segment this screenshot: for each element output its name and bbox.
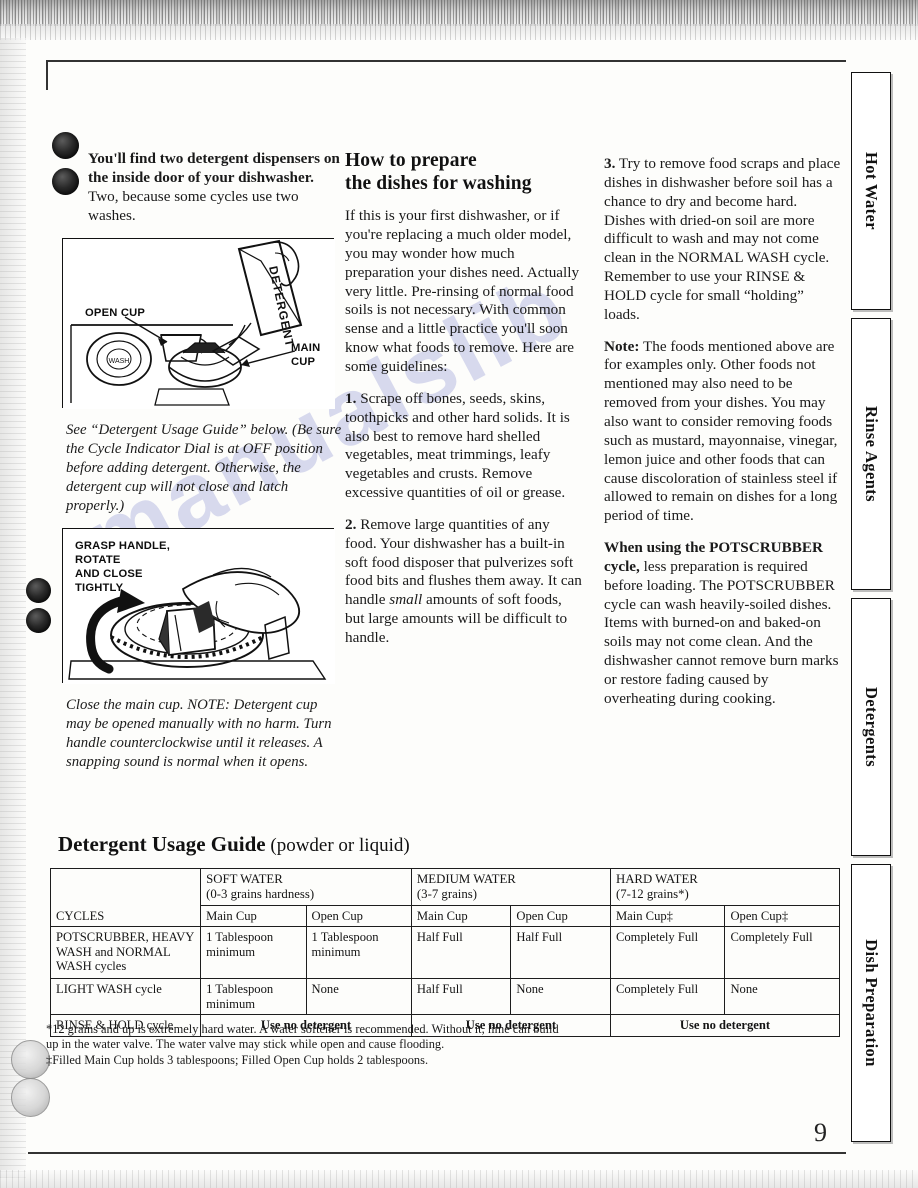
header-medium-open-cup: Open Cup (510, 904, 611, 928)
left-border-rule (46, 60, 48, 90)
header-cycles: CYCLES (49, 867, 202, 928)
header-hard-main-cup: Main Cup‡ (609, 904, 726, 928)
group-sub-soft: (0-3 grains hardness) (206, 886, 315, 901)
side-tab-detergents[interactable]: Detergents (851, 598, 891, 856)
row-cycle-light-wash: LIGHT WASH cycle (49, 978, 202, 1016)
header-soft-open-cup: Open Cup (305, 904, 412, 928)
side-tab-hot-water-label: Hot Water (862, 152, 881, 230)
cell-light-soft-main: 1 Tablespoon minimum (200, 978, 307, 1016)
step-3-paragraph: 3. Try to remove food scraps and place d… (604, 155, 842, 325)
side-tab-rinse-agents-label: Rinse Agents (862, 405, 881, 503)
cell-light-hard-main: Completely Full (609, 978, 726, 1016)
group-name-hard: HARD WATER (615, 872, 698, 886)
row-cycle-potscrubber: POTSCRUBBER, HEAVY WASH and NORMAL WASH … (49, 926, 202, 980)
step-2-emphasis: small (389, 591, 423, 609)
footnote-hard-water: *12 grains and up is extremely hard wate… (46, 1022, 559, 1052)
header-medium-main-cup: Main Cup (410, 904, 512, 928)
side-tab-rinse-agents[interactable]: Rinse Agents (851, 318, 891, 590)
illustration-grasp-handle: GRASP HANDLE, ROTATE AND CLOSE TIGHTLY (62, 528, 335, 685)
cell-potscrubber-hard-open: Completely Full (724, 926, 840, 980)
scan-noise-left-edge (0, 38, 26, 1178)
label-main-cup: MAIN CUP (291, 342, 321, 368)
svg-text:WASH: WASH (109, 358, 130, 365)
detergent-cups-drawing: WASH DETERGENT (63, 239, 335, 410)
side-tab-dish-preparation[interactable]: Dish Preparation (851, 864, 891, 1142)
detergent-usage-table: CYCLES SOFT WATER (0-3 grains hardness) … (49, 867, 841, 1038)
step-1-paragraph: 1. Scrape off bones, seeds, skins, tooth… (345, 390, 583, 503)
table-row: POTSCRUBBER, HEAVY WASH and NORMAL WASH … (49, 926, 840, 980)
note-paragraph: Note: The foods mentioned above are for … (604, 338, 842, 526)
heading-line-1: How to prepare (345, 150, 477, 171)
table-header-group-row: CYCLES SOFT WATER (0-3 grains hardness) … (49, 867, 841, 928)
intro-paragraph: If this is your first dishwasher, or if … (345, 207, 580, 375)
caption-detergent-usage-note: See “Detergent Usage Guide” below. (Be s… (66, 422, 342, 514)
label-grasp-handle: GRASP HANDLE, ROTATE AND CLOSE TIGHTLY (75, 540, 171, 595)
left-column: You'll find two detergent dispensers on … (62, 150, 344, 771)
step-1-text: Scrape off bones, seeds, skins, toothpic… (345, 389, 570, 502)
usage-guide-title-main: Detergent Usage Guide (58, 832, 266, 856)
binding-hole-third (26, 578, 51, 603)
top-border-rule (46, 60, 846, 62)
step-2-number: 2. (345, 515, 357, 533)
manual-page: manualslib You'll find two detergent dis… (0, 0, 918, 1188)
intro-bold-lead: You'll find two detergent dispensers on … (88, 150, 340, 186)
potscrubber-text: less preparation is required before load… (604, 557, 839, 707)
binding-hole-ghost-upper (11, 1040, 50, 1079)
illustration-detergent-cups: WASH DETERGENT OPEN CUP MAIN CUP (62, 238, 335, 410)
potscrubber-paragraph: When using the POTSCRUBBER cycle, less p… (604, 539, 842, 709)
middle-column: How to prepare the dishes for washing If… (345, 150, 583, 661)
cell-rinse-hold-hard: Use no detergent (609, 1014, 841, 1038)
step-2-paragraph: 2. Remove large quantities of any food. … (345, 516, 583, 648)
binding-hole-ghost-lower (11, 1078, 50, 1117)
group-name-soft: SOFT WATER (206, 872, 283, 886)
cell-light-medium-main: Half Full (410, 978, 512, 1016)
side-tab-dish-preparation-label: Dish Preparation (862, 939, 881, 1067)
caption-close-main-cup: Close the main cup. NOTE: Detergent cup … (66, 697, 332, 770)
note-label: Note: (604, 337, 640, 355)
scan-noise-secondary (0, 24, 918, 40)
step-1-number: 1. (345, 389, 357, 407)
usage-guide-title: Detergent Usage Guide (powder or liquid) (58, 832, 410, 857)
cell-light-hard-open: None (724, 978, 840, 1016)
detergent-dispenser-intro: You'll find two detergent dispensers on … (88, 150, 344, 225)
cell-potscrubber-medium-open: Half Full (510, 926, 611, 980)
right-column: 3. Try to remove food scraps and place d… (604, 155, 842, 722)
heading-line-2: the dishes for washing (345, 172, 532, 194)
side-tab-detergents-label: Detergents (862, 686, 882, 768)
table-row: LIGHT WASH cycle 1 Tablespoon minimum No… (49, 978, 840, 1016)
intro-rest: Two, because some cycles use two washes. (88, 187, 299, 224)
cell-light-medium-open: None (510, 978, 611, 1016)
usage-guide-title-sub: (powder or liquid) (265, 835, 410, 856)
cell-potscrubber-medium-main: Half Full (410, 926, 512, 980)
header-soft-main-cup: Main Cup (200, 904, 307, 928)
cell-potscrubber-hard-main: Completely Full (609, 926, 726, 980)
footnote-cup-capacity: ‡Filled Main Cup holds 3 tablespoons; Fi… (46, 1053, 429, 1068)
group-sub-hard: (7-12 grains*) (615, 886, 689, 901)
header-group-soft: SOFT WATER (0-3 grains hardness) (200, 868, 412, 906)
usage-guide-footnotes: *12 grains and up is extremely hard wate… (46, 1022, 566, 1069)
label-open-cup: OPEN CUP (85, 307, 146, 320)
group-name-medium: MEDIUM WATER (416, 872, 516, 886)
page-number: 9 (814, 1118, 827, 1147)
step-3-number: 3. (604, 155, 616, 172)
group-sub-medium: (3-7 grains) (416, 886, 477, 901)
cell-light-soft-open: None (305, 978, 412, 1016)
header-group-medium: MEDIUM WATER (3-7 grains) (410, 868, 611, 906)
header-group-hard: HARD WATER (7-12 grains*) (609, 868, 841, 906)
note-text: The foods mentioned above are for exampl… (604, 337, 838, 525)
bottom-border-rule (28, 1152, 846, 1154)
scan-noise-bottom-edge (0, 1170, 918, 1188)
step-3-text: Try to remove food scraps and place dish… (604, 155, 841, 323)
cell-potscrubber-soft-main: 1 Tablespoon minimum (200, 926, 307, 980)
how-to-prepare-heading: How to prepare the dishes for washing (345, 150, 583, 195)
scan-noise-top-edge (0, 0, 918, 26)
cell-potscrubber-soft-open: 1 Tablespoon minimum (305, 926, 412, 980)
binding-hole-fourth (26, 608, 51, 633)
side-tab-hot-water[interactable]: Hot Water (851, 72, 891, 310)
header-hard-open-cup: Open Cup‡ (724, 904, 840, 928)
